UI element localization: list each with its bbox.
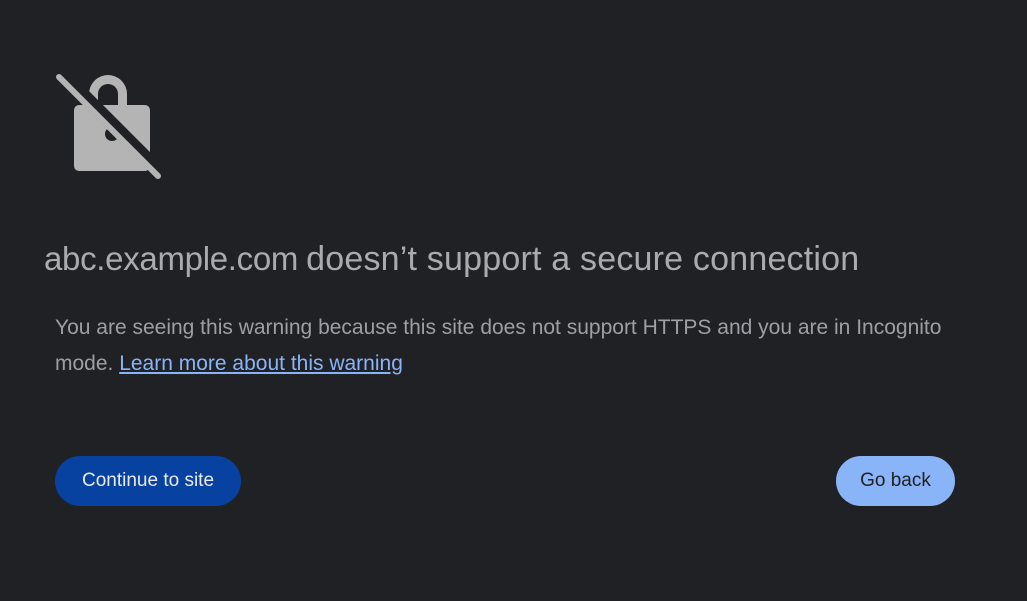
insecure-lock-icon [54,72,162,180]
page-title: abc.example.com doesn’t support a secure … [44,240,1004,279]
site-host: abc.example.com [44,240,299,277]
learn-more-link[interactable]: Learn more about this warning [119,352,403,375]
go-back-button[interactable]: Go back [836,456,955,506]
warning-explanation: You are seeing this warning because this… [55,310,955,382]
title-message: doesn’t support a secure connection [306,240,860,278]
continue-to-site-button[interactable]: Continue to site [55,456,241,506]
